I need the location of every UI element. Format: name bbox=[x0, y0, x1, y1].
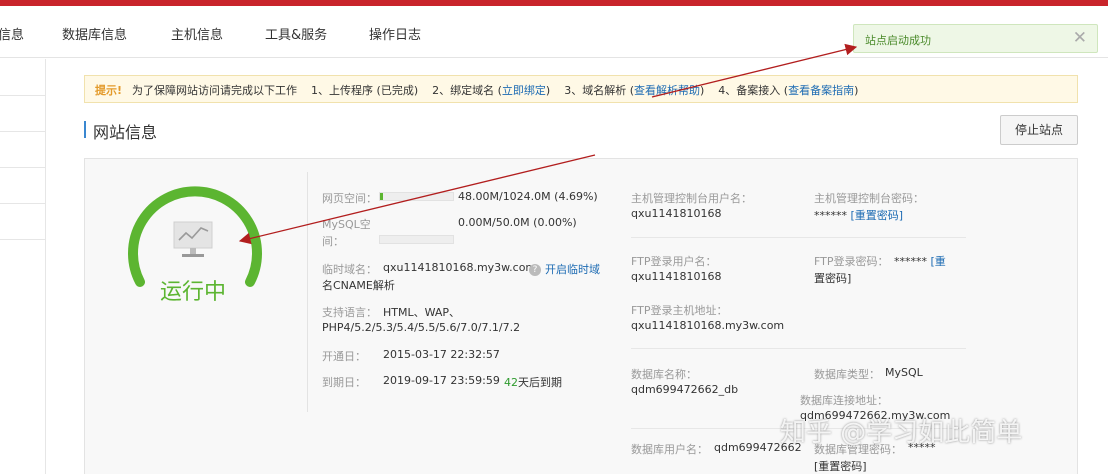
open-date-label: 开通日： bbox=[322, 350, 366, 363]
tab-database-info[interactable]: 数据库信息 bbox=[62, 24, 127, 43]
notice-paren: ) bbox=[545, 84, 551, 97]
ftp-password-group: ****** [重 bbox=[894, 253, 946, 269]
temp-domain-label: 临时域名： bbox=[322, 263, 377, 276]
mysql-usage-bar bbox=[379, 235, 454, 244]
monitor-icon bbox=[173, 221, 213, 257]
expire-date-label: 到期日： bbox=[322, 376, 366, 389]
stop-site-button[interactable]: 停止站点 bbox=[1000, 115, 1078, 145]
reset-ftp-password-link-cont[interactable]: 置密码] bbox=[814, 270, 851, 286]
web-space-label: 网页空间： bbox=[322, 192, 377, 205]
enable-temp-domain-cname-link[interactable]: 开启临时域 bbox=[545, 263, 600, 276]
status-gauge bbox=[128, 186, 262, 287]
reset-db-password-link[interactable]: [重置密码] bbox=[814, 458, 867, 474]
help-icon[interactable]: ? bbox=[529, 264, 541, 276]
row-divider bbox=[631, 348, 966, 349]
web-space-usage-bar bbox=[379, 192, 454, 201]
temp-domain-value: qxu1141810168.my3w.com bbox=[383, 261, 537, 274]
expire-days: 42 bbox=[504, 376, 518, 389]
db-user-label: 数据库用户名： bbox=[631, 443, 708, 456]
notice-step-upload: 1、上传程序 (已完成) bbox=[311, 84, 419, 97]
db-name-value: qdm699472662_db bbox=[631, 383, 739, 396]
page-title: 网站信息 bbox=[93, 123, 158, 142]
db-name-label: 数据库名称： bbox=[631, 368, 697, 381]
expire-suffix: 天后到期 bbox=[518, 376, 562, 389]
ftp-password-label: FTP登录密码： bbox=[814, 255, 889, 268]
tab-operation-log[interactable]: 操作日志 bbox=[369, 24, 421, 43]
languages-value: HTML、WAP、 bbox=[383, 306, 461, 319]
notice-bar: 提示! 为了保障网站访问请完成以下工作 1、上传程序 (已完成) 2、绑定域名 (立即… bbox=[84, 75, 1078, 103]
notice-paren: ) bbox=[700, 84, 705, 97]
notice-step-dns-prefix: 3、域名解析 ( bbox=[564, 84, 634, 97]
db-type-label: 数据库类型： bbox=[814, 368, 880, 381]
host-password-group: ****** [重置密码] bbox=[814, 207, 903, 223]
ftp-host-label: FTP登录主机地址： bbox=[631, 304, 728, 317]
expire-date-value: 2019-09-17 23:59:59 bbox=[383, 374, 500, 387]
notice-paren: ) bbox=[854, 84, 859, 97]
notice-tip-label: 提示! bbox=[95, 84, 123, 97]
db-type-value: MySQL bbox=[885, 366, 923, 379]
host-user-label: 主机管理控制台用户名： bbox=[631, 192, 752, 205]
sidebar-divider bbox=[0, 131, 46, 132]
column-divider bbox=[307, 172, 308, 412]
ftp-user-value: qxu1141810168 bbox=[631, 270, 722, 283]
web-space-usage-fill bbox=[380, 193, 384, 200]
close-icon[interactable]: ✕ bbox=[1073, 28, 1087, 48]
row-divider bbox=[631, 237, 966, 238]
host-password-label: 主机管理控制台密码： bbox=[814, 192, 924, 205]
mysql-space-label-cont: 间： bbox=[322, 235, 344, 248]
ftp-host-value: qxu1141810168.my3w.com bbox=[631, 319, 785, 332]
host-user-value: qxu1141810168 bbox=[631, 207, 722, 220]
expire-countdown: 42天后到期 bbox=[504, 374, 562, 390]
enable-temp-domain-cname-link-cont[interactable]: 名CNAME解析 bbox=[322, 277, 395, 293]
host-password-value: ****** bbox=[814, 209, 847, 222]
ftp-password-value: ****** bbox=[894, 255, 927, 268]
sidebar-divider bbox=[0, 203, 46, 204]
tab-site-info[interactable]: 信息 bbox=[0, 24, 24, 43]
mysql-space-value: 0.00M/50.0M (0.00%) bbox=[458, 216, 577, 229]
enable-cname-group: ? 开启临时域 bbox=[529, 261, 600, 277]
tab-host-info[interactable]: 主机信息 bbox=[171, 24, 223, 43]
ftp-user-label: FTP登录用户名： bbox=[631, 255, 717, 268]
section-accent bbox=[84, 121, 86, 138]
reset-host-password-link[interactable]: [重置密码] bbox=[851, 209, 904, 222]
notice-intro: 为了保障网站访问请完成以下工作 bbox=[132, 84, 298, 97]
bind-domain-link[interactable]: 立即绑定 bbox=[502, 84, 546, 97]
sidebar bbox=[0, 59, 46, 474]
web-space-value: 48.00M/1024.0M (4.69%) bbox=[458, 190, 598, 203]
dns-help-link[interactable]: 查看解析帮助 bbox=[634, 84, 700, 97]
site-status-label: 运行中 bbox=[160, 280, 227, 305]
notice-step-icp-prefix: 4、备案接入 ( bbox=[718, 84, 789, 97]
sidebar-divider bbox=[0, 167, 46, 168]
sidebar-divider bbox=[0, 95, 46, 96]
watermark-text: 知乎 @学习如此简单 bbox=[780, 418, 1023, 448]
toast-message: 站点启动成功 bbox=[865, 34, 931, 47]
reset-ftp-password-link[interactable]: [重 bbox=[931, 255, 946, 268]
success-toast: 站点启动成功 ✕ bbox=[853, 24, 1098, 53]
languages-label: 支持语言： bbox=[322, 306, 377, 319]
tab-tools-services[interactable]: 工具&服务 bbox=[265, 24, 327, 43]
languages-value-cont: PHP4/5.2/5.3/5.4/5.5/5.6/7.0/7.1/7.2 bbox=[322, 321, 521, 334]
db-connect-label: 数据库连接地址： bbox=[800, 394, 888, 407]
notice-step-bind-prefix: 2、绑定域名 ( bbox=[432, 84, 502, 97]
open-date-value: 2015-03-17 22:32:57 bbox=[383, 348, 500, 361]
icp-guide-link[interactable]: 查看备案指南 bbox=[788, 84, 854, 97]
mysql-space-label: MySQL空 bbox=[322, 218, 371, 231]
sidebar-divider bbox=[0, 239, 46, 240]
